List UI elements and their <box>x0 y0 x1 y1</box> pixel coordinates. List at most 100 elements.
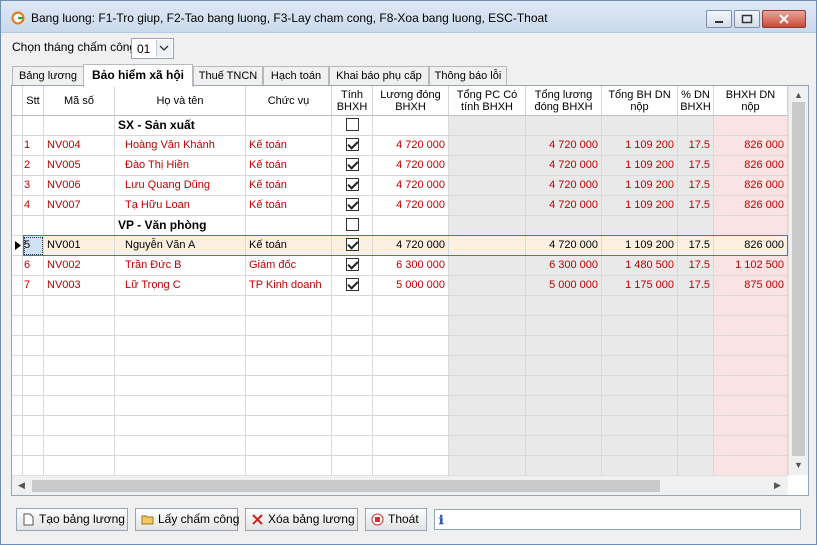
empty-cell[interactable] <box>115 296 246 316</box>
scroll-left-icon[interactable]: ◀ <box>18 480 25 491</box>
checkbox-icon[interactable] <box>345 217 359 231</box>
close-button[interactable] <box>762 10 806 28</box>
checkbox-icon[interactable] <box>345 177 359 191</box>
group-label[interactable]: VP - Văn phòng <box>115 216 246 236</box>
col-tong-luong-cell[interactable]: 4 720 000 <box>526 236 602 256</box>
checkbox-icon[interactable] <box>345 277 359 291</box>
vertical-scroll-thumb[interactable] <box>792 102 805 456</box>
col-stt-cell[interactable]: 6 <box>23 256 44 276</box>
col-ho-ten-header[interactable]: Họ và tên <box>115 86 246 116</box>
col-ma-so-cell[interactable] <box>44 116 115 136</box>
col-chuc-vu-cell[interactable]: Kế toán <box>246 156 332 176</box>
col-pct-dn-cell[interactable]: 17.5 <box>678 236 714 256</box>
empty-cell[interactable] <box>373 376 449 396</box>
empty-cell[interactable] <box>332 416 373 436</box>
col-ho-ten-cell[interactable]: Hoàng Văn Khánh <box>115 136 246 156</box>
col-tong-luong-cell[interactable]: 5 000 000 <box>526 276 602 296</box>
empty-cell[interactable] <box>23 436 44 456</box>
col-tong-bh-cell[interactable]: 1 480 500 <box>602 256 678 276</box>
empty-cell[interactable] <box>373 296 449 316</box>
empty-cell[interactable] <box>714 336 788 356</box>
empty-cell[interactable] <box>246 356 332 376</box>
empty-cell[interactable] <box>714 416 788 436</box>
empty-cell[interactable] <box>115 396 246 416</box>
col-tong-bh-cell[interactable]: 1 109 200 <box>602 176 678 196</box>
empty-cell[interactable] <box>373 416 449 436</box>
minimize-button[interactable] <box>706 10 732 28</box>
empty-cell[interactable] <box>23 336 44 356</box>
empty-cell[interactable] <box>373 336 449 356</box>
col-tong-pc-cell[interactable] <box>449 116 526 136</box>
tinh-bhxh-checkbox[interactable] <box>332 256 373 276</box>
col-ho-ten-cell[interactable]: Lữ Trọng C <box>115 276 246 296</box>
empty-cell[interactable] <box>449 456 526 475</box>
group-bhxh-checkbox[interactable] <box>332 216 373 236</box>
tinh-bhxh-checkbox[interactable] <box>332 136 373 156</box>
empty-cell[interactable] <box>449 396 526 416</box>
col-chuc-vu-cell[interactable]: Kế toán <box>246 176 332 196</box>
empty-cell[interactable] <box>714 436 788 456</box>
col-tong-luong-cell[interactable]: 4 720 000 <box>526 156 602 176</box>
checkbox-icon[interactable] <box>345 197 359 211</box>
empty-cell[interactable] <box>115 336 246 356</box>
empty-cell[interactable] <box>602 296 678 316</box>
col-tong-bh-cell[interactable]: 1 109 200 <box>602 236 678 256</box>
col-tong-luong-cell[interactable]: 4 720 000 <box>526 196 602 216</box>
col-tong-bh-header[interactable]: Tổng BH DN nộp <box>602 86 678 116</box>
empty-cell[interactable] <box>332 356 373 376</box>
tinh-bhxh-checkbox[interactable] <box>332 276 373 296</box>
empty-cell[interactable] <box>449 316 526 336</box>
month-select[interactable]: 01 <box>131 38 174 59</box>
tinh-bhxh-checkbox[interactable] <box>332 196 373 216</box>
empty-cell[interactable] <box>44 356 115 376</box>
col-ho-ten-cell[interactable]: Nguyễn Văn A <box>115 236 246 256</box>
empty-cell[interactable] <box>678 456 714 475</box>
tab-thong-bao-loi[interactable]: Thông báo lỗi <box>429 66 507 86</box>
vertical-scrollbar[interactable]: ▲ ▼ <box>788 86 808 475</box>
col-luong-dong-bhxh-cell[interactable]: 4 720 000 <box>373 176 449 196</box>
col-tong-pc-cell[interactable] <box>449 256 526 276</box>
col-tong-pc-cell[interactable] <box>449 176 526 196</box>
empty-cell[interactable] <box>678 416 714 436</box>
empty-cell[interactable] <box>44 296 115 316</box>
col-ho-ten-cell[interactable]: Tạ Hữu Loan <box>115 196 246 216</box>
empty-cell[interactable] <box>678 436 714 456</box>
empty-cell[interactable] <box>23 316 44 336</box>
col-tong-luong-cell[interactable]: 6 300 000 <box>526 256 602 276</box>
col-bhxh-dn-cell[interactable]: 1 102 500 <box>714 256 788 276</box>
title-bar[interactable]: Bang luong: F1-Tro giup, F2-Tao bang luo… <box>1 1 816 33</box>
empty-cell[interactable] <box>602 316 678 336</box>
col-bhxh-dn-cell[interactable]: 826 000 <box>714 196 788 216</box>
empty-cell[interactable] <box>23 376 44 396</box>
checkbox-icon[interactable] <box>345 137 359 151</box>
empty-cell[interactable] <box>678 396 714 416</box>
tab-bang-luong[interactable]: Bảng lương <box>12 66 84 86</box>
empty-cell[interactable] <box>44 456 115 475</box>
empty-cell[interactable] <box>526 316 602 336</box>
col-ma-so-cell[interactable]: NV007 <box>44 196 115 216</box>
scroll-up-icon[interactable]: ▲ <box>794 90 803 100</box>
col-pct-dn-cell[interactable] <box>678 116 714 136</box>
col-chuc-vu-cell[interactable]: Giám đốc <box>246 256 332 276</box>
empty-cell[interactable] <box>115 436 246 456</box>
scroll-down-icon[interactable]: ▼ <box>794 460 803 470</box>
col-tong-luong-cell[interactable]: 4 720 000 <box>526 176 602 196</box>
col-chuc-vu-cell[interactable]: Kế toán <box>246 196 332 216</box>
empty-cell[interactable] <box>714 316 788 336</box>
group-bhxh-checkbox[interactable] <box>332 116 373 136</box>
col-bhxh-dn-cell[interactable]: 826 000 <box>714 236 788 256</box>
empty-cell[interactable] <box>602 396 678 416</box>
empty-cell[interactable] <box>714 296 788 316</box>
empty-cell[interactable] <box>23 396 44 416</box>
empty-cell[interactable] <box>602 416 678 436</box>
col-ma-so-cell[interactable]: NV004 <box>44 136 115 156</box>
empty-cell[interactable] <box>332 376 373 396</box>
col-pct-dn-cell[interactable] <box>678 216 714 236</box>
empty-cell[interactable] <box>246 436 332 456</box>
col-luong-dong-bhxh-cell[interactable]: 6 300 000 <box>373 256 449 276</box>
checkbox-icon[interactable] <box>345 157 359 171</box>
col-ho-ten-cell[interactable]: Đào Thị Hiền <box>115 156 246 176</box>
col-pct-dn-cell[interactable]: 17.5 <box>678 136 714 156</box>
col-tong-luong-cell[interactable] <box>526 116 602 136</box>
col-tinh-bhxh-header[interactable]: Tính BHXH <box>332 86 373 116</box>
